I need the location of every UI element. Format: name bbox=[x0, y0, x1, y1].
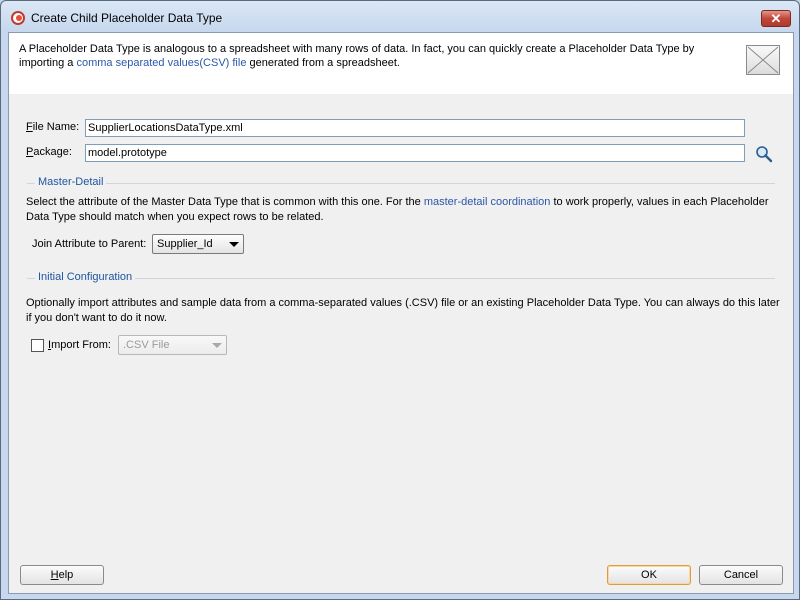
help-label: elp bbox=[58, 569, 74, 581]
import-source-dropdown[interactable]: .CSV File bbox=[118, 335, 227, 355]
banner-description: A Placeholder Data Type is analogous to … bbox=[19, 42, 719, 70]
package-label: Package: bbox=[26, 146, 72, 158]
import-from-label: Import From: bbox=[48, 339, 111, 351]
file-name-label-text: ile Name: bbox=[32, 121, 80, 133]
master-detail-link[interactable]: master-detail coordination bbox=[424, 196, 551, 208]
ok-button[interactable]: OK bbox=[607, 565, 691, 585]
initial-config-divider bbox=[27, 278, 775, 279]
search-icon[interactable] bbox=[755, 145, 773, 163]
app-logo-icon bbox=[11, 11, 25, 25]
join-attribute-label: Join Attribute to Parent: bbox=[32, 238, 147, 250]
import-from-checkbox[interactable] bbox=[31, 339, 44, 352]
form-body: File Name: SupplierLocationsDataType.xml… bbox=[9, 94, 793, 593]
close-button[interactable]: ✕ bbox=[761, 10, 791, 27]
help-mnemonic: H bbox=[50, 569, 59, 581]
join-attribute-value: Supplier_Id bbox=[157, 238, 213, 250]
cancel-button[interactable]: Cancel bbox=[699, 565, 783, 585]
initial-config-description: Optionally import attributes and sample … bbox=[26, 297, 780, 324]
file-name-mnemonic: F bbox=[26, 121, 33, 133]
dialog-window: Create Child Placeholder Data Type ✕ A P… bbox=[0, 0, 800, 600]
package-label-text: ackage: bbox=[33, 146, 72, 158]
dialog-client-area: A Placeholder Data Type is analogous to … bbox=[8, 32, 794, 594]
window-title: Create Child Placeholder Data Type bbox=[31, 11, 223, 25]
initial-config-heading: Initial Configuration bbox=[35, 271, 136, 283]
banner-text-2: generated from a spreadsheet. bbox=[246, 57, 400, 69]
file-name-field[interactable]: SupplierLocationsDataType.xml bbox=[85, 119, 745, 137]
title-bar[interactable]: Create Child Placeholder Data Type ✕ bbox=[1, 1, 799, 35]
import-label-text: mport From: bbox=[51, 339, 111, 351]
package-field[interactable]: model.prototype bbox=[85, 144, 745, 162]
file-name-label: File Name: bbox=[26, 121, 79, 133]
envelope-icon bbox=[746, 45, 780, 75]
master-detail-description: Select the attribute of the Master Data … bbox=[26, 195, 776, 225]
master-detail-divider bbox=[27, 183, 775, 184]
csv-help-link[interactable]: comma separated values(CSV) file bbox=[76, 57, 246, 69]
chevron-down-icon bbox=[229, 242, 239, 247]
master-detail-heading: Master-Detail bbox=[35, 176, 107, 188]
import-source-value: .CSV File bbox=[123, 339, 170, 351]
header-banner: A Placeholder Data Type is analogous to … bbox=[9, 33, 793, 95]
chevron-down-icon bbox=[212, 343, 222, 348]
join-attribute-dropdown[interactable]: Supplier_Id bbox=[152, 234, 244, 254]
help-button[interactable]: Help bbox=[20, 565, 104, 585]
master-detail-text-1: Select the attribute of the Master Data … bbox=[26, 196, 424, 208]
